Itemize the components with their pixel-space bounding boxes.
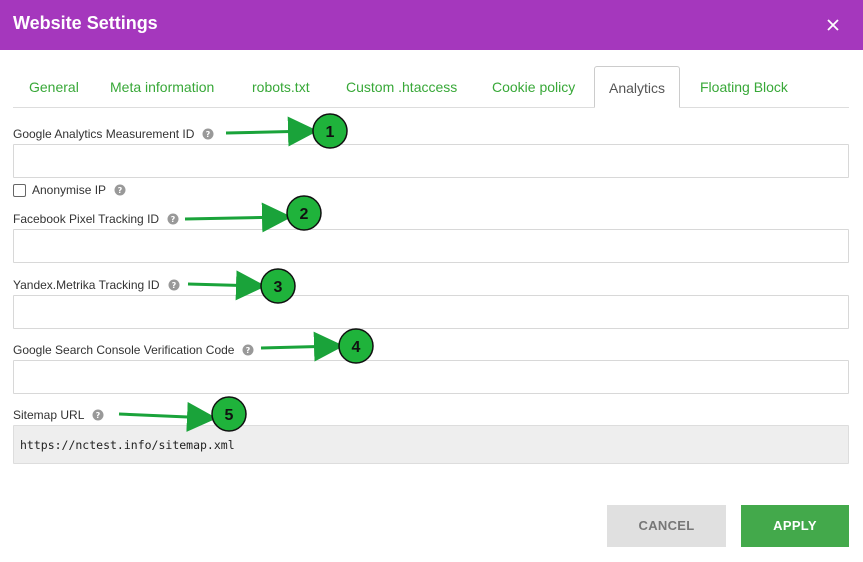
anonymise-label-text: Anonymise IP: [32, 183, 107, 197]
facebook-pixel-input[interactable]: [13, 229, 849, 263]
annotation-4: 4: [260, 328, 374, 364]
ga-measurement-id-input[interactable]: [13, 144, 849, 178]
anonymise-ip-row: Anonymise IP ?: [13, 183, 126, 197]
svg-text:?: ?: [206, 130, 211, 139]
annotation-number: 4: [352, 339, 361, 356]
gsc-field-label: Google Search Console Verification Code …: [13, 343, 254, 357]
svg-text:?: ?: [171, 281, 176, 290]
close-icon[interactable]: [823, 15, 843, 35]
annotation-number: 1: [326, 124, 335, 141]
yandex-field-label: Yandex.Metrika Tracking ID ?: [13, 278, 180, 292]
annotation-number: 5: [225, 407, 234, 424]
ga-label-text: Google Analytics Measurement ID: [13, 127, 195, 141]
fb-label-text: Facebook Pixel Tracking ID: [13, 212, 160, 226]
tab-robots-txt[interactable]: robots.txt: [252, 66, 310, 108]
help-icon[interactable]: ?: [202, 128, 214, 140]
svg-text:?: ?: [246, 346, 251, 355]
help-icon[interactable]: ?: [167, 213, 179, 225]
yandex-label-text: Yandex.Metrika Tracking ID: [13, 278, 160, 292]
help-icon[interactable]: ?: [242, 344, 254, 356]
tab-cookie-policy[interactable]: Cookie policy: [492, 66, 575, 108]
tab-bar: General Meta information robots.txt Cust…: [13, 66, 849, 108]
cancel-button[interactable]: CANCEL: [607, 505, 726, 547]
gsc-label-text: Google Search Console Verification Code: [13, 343, 235, 357]
svg-text:?: ?: [171, 215, 176, 224]
sitemap-field-label: Sitemap URL ?: [13, 408, 104, 422]
svg-text:?: ?: [96, 411, 101, 420]
sitemap-url-field: https://nctest.info/sitemap.xml: [13, 425, 849, 464]
help-icon[interactable]: ?: [92, 409, 104, 421]
annotation-2: 2: [184, 195, 322, 233]
help-icon[interactable]: ?: [168, 279, 180, 291]
dialog-title: Website Settings: [13, 13, 158, 33]
yandex-metrika-input[interactable]: [13, 295, 849, 329]
tab-floating-block[interactable]: Floating Block: [700, 66, 788, 108]
sitemap-label-text: Sitemap URL: [13, 408, 85, 422]
help-icon[interactable]: ?: [114, 184, 126, 196]
annotation-number: 3: [274, 279, 283, 296]
tab-general[interactable]: General: [29, 66, 79, 108]
ga-field-label: Google Analytics Measurement ID ?: [13, 127, 214, 141]
fb-field-label: Facebook Pixel Tracking ID ?: [13, 212, 179, 226]
annotation-1: 1: [225, 113, 348, 149]
tab-custom-htaccess[interactable]: Custom .htaccess: [346, 66, 457, 108]
annotation-number: 2: [300, 206, 309, 223]
svg-text:?: ?: [118, 186, 123, 195]
anonymise-ip-label: Anonymise IP ?: [32, 183, 126, 197]
search-console-code-input[interactable]: [13, 360, 849, 394]
tab-analytics[interactable]: Analytics: [594, 66, 681, 108]
titlebar: Website Settings: [0, 0, 863, 50]
anonymise-ip-checkbox[interactable]: [13, 183, 26, 197]
tab-meta-information[interactable]: Meta information: [110, 66, 214, 108]
apply-button[interactable]: APPLY: [741, 505, 849, 547]
